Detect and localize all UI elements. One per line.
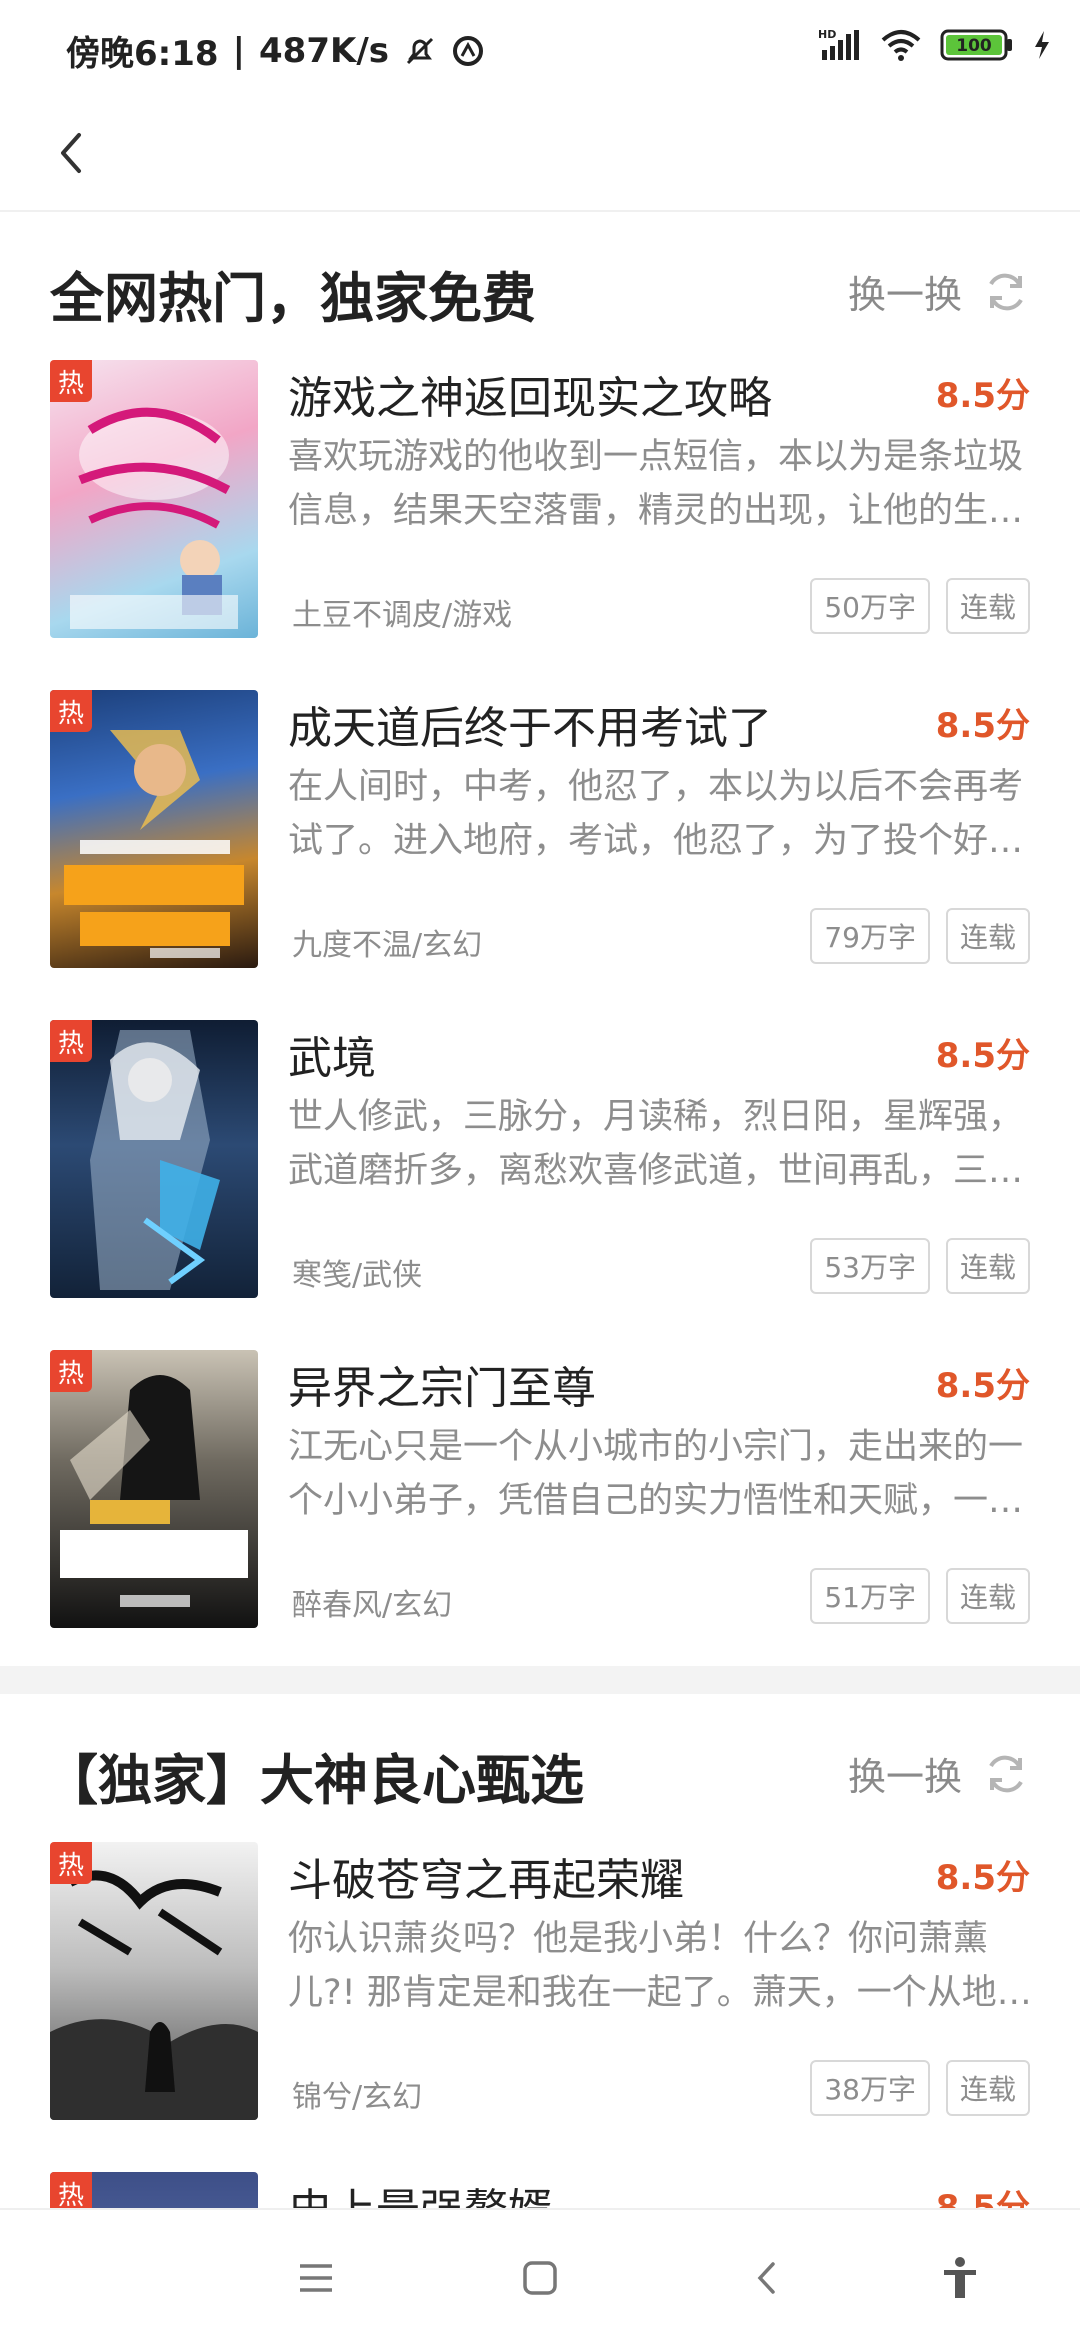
- nav-back-button[interactable]: [738, 2250, 794, 2306]
- book-title[interactable]: 游戏之神返回现实之攻略: [288, 362, 772, 426]
- system-nav-bar: [0, 2208, 1080, 2340]
- status-divider: |: [232, 30, 245, 71]
- book-tags: 53万字 连载: [810, 1238, 1030, 1294]
- svg-text:HD: HD: [818, 28, 836, 41]
- menu-button[interactable]: [288, 2250, 344, 2306]
- refresh-button[interactable]: 换一换: [848, 1746, 1030, 1801]
- status-right: HD 100: [818, 28, 1052, 62]
- status-speed: 487K/s: [259, 30, 389, 71]
- book-tags: 79万字 连载: [810, 908, 1030, 964]
- status-tag: 连载: [945, 578, 1030, 634]
- book-item[interactable]: 热 异界之宗门至尊 8.5分 江无心只是一个从小城市的小宗门，走出来的一个小小弟…: [0, 1342, 1080, 1672]
- book-cover[interactable]: 热: [50, 1842, 258, 2120]
- hot-badge: 热: [50, 1842, 92, 1884]
- svg-text:100: 100: [956, 36, 992, 56]
- book-cover[interactable]: 热: [50, 690, 258, 968]
- mute-bell-icon: [403, 34, 437, 68]
- book-author-genre: 九度不温/玄幻: [292, 928, 483, 963]
- book-cover[interactable]: 热: [50, 1350, 258, 1628]
- section-header: 【独家】大神良心甄选 换一换: [0, 1694, 1080, 1834]
- book-score: 8.5分: [935, 1036, 1030, 1076]
- book-score: 8.5分: [935, 706, 1030, 746]
- book-author-genre: 锦兮/玄幻: [292, 2080, 423, 2115]
- status-tag: 连载: [945, 1238, 1030, 1294]
- word-count-tag: 50万字: [810, 578, 930, 634]
- book-author-genre: 土豆不调皮/游戏: [292, 598, 513, 633]
- book-score: 8.5分: [935, 1366, 1030, 1406]
- book-title[interactable]: 成天道后终于不用考试了: [288, 692, 772, 756]
- status-tag: 连载: [945, 1568, 1030, 1624]
- book-tags: 51万字 连载: [810, 1568, 1030, 1624]
- status-bar: 傍晚6:18 | 487K/s HD 100: [0, 0, 1080, 96]
- word-count-tag: 79万字: [810, 908, 930, 964]
- status-left: 傍晚6:18 | 487K/s: [66, 26, 485, 75]
- book-cover[interactable]: 热: [50, 1020, 258, 1298]
- status-tag: 连载: [945, 2060, 1030, 2116]
- book-tags: 50万字 连载: [810, 578, 1030, 634]
- book-score: 8.5分: [935, 376, 1030, 416]
- menu-icon: [300, 2264, 332, 2292]
- hot-badge: 热: [50, 1350, 92, 1392]
- book-author-genre: 寒笺/武侠: [292, 1258, 423, 1293]
- book-item[interactable]: 热 武境 8.5分 世人修武，三脉分，月读稀，烈日阳，星辉强，武道磨折多，离愁欢…: [0, 1012, 1080, 1342]
- book-description: 世人修武，三脉分，月读稀，烈日阳，星辉强，武道磨折多，离愁欢喜修武道，世间再乱，…: [288, 1097, 1024, 1191]
- refresh-button[interactable]: 换一换: [848, 264, 1030, 319]
- charging-icon: [1032, 29, 1052, 61]
- book-author-genre: 醉春风/玄幻: [292, 1588, 453, 1623]
- hot-badge: 热: [50, 690, 92, 732]
- refresh-label: 换一换: [847, 1755, 962, 1799]
- book-cover[interactable]: 热: [50, 360, 258, 638]
- section-header: 全网热门，独家免费 换一换: [0, 212, 1080, 352]
- book-tags: 38万字 连载: [810, 2060, 1030, 2116]
- chevron-left-icon: [61, 133, 81, 173]
- word-count-tag: 51万字: [810, 1568, 930, 1624]
- book-score: 8.5分: [935, 1858, 1030, 1898]
- refresh-icon: [989, 1755, 1023, 1792]
- section-title: 【独家】大神良心甄选: [44, 1749, 584, 1812]
- book-title[interactable]: 武境: [288, 1022, 376, 1086]
- hot-badge: 热: [50, 1020, 92, 1062]
- book-title[interactable]: 斗破苍穹之再起荣耀: [288, 1844, 684, 1908]
- refresh-label: 换一换: [847, 273, 962, 317]
- section-hot-free: 全网热门，独家免费 换一换 热 游戏之神返回现实之攻略 8.5分 喜欢玩游戏的他…: [0, 212, 1080, 1672]
- top-nav: [0, 96, 1080, 212]
- signal-icon: HD: [818, 28, 862, 62]
- word-count-tag: 53万字: [810, 1238, 930, 1294]
- refresh-icon: [989, 273, 1023, 310]
- section-title: 全网热门，独家免费: [50, 267, 536, 330]
- battery-icon: 100: [940, 29, 1014, 61]
- nav-back-icon: [757, 2262, 775, 2294]
- book-title[interactable]: 异界之宗门至尊: [288, 1352, 596, 1416]
- book-description: 在人间时，中考，他忍了，本以为以后不会再考试了。进入地府，考试，他忍了，为了投个…: [288, 767, 1024, 861]
- accessibility-icon: [944, 2257, 976, 2298]
- wifi-icon: [880, 28, 922, 62]
- home-icon: [523, 2261, 557, 2295]
- accessibility-button[interactable]: [932, 2250, 988, 2306]
- status-tag: 连载: [945, 908, 1030, 964]
- status-time: 傍晚6:18: [66, 34, 219, 74]
- home-button[interactable]: [512, 2250, 568, 2306]
- nfc-icon: [451, 34, 485, 68]
- book-description: 你认识萧炎吗？他是我小弟！什么？你问萧薰儿?! 那肯定是和我在一起了。萧天，一个…: [288, 1919, 1032, 2013]
- book-description: 喜欢玩游戏的他收到一点短信，本以为是条垃圾信息，结果天空落雷，精灵的出现，让他的…: [288, 437, 1024, 531]
- hot-badge: 热: [50, 360, 92, 402]
- section-divider: [0, 1666, 1080, 1694]
- book-item[interactable]: 热 成天道后终于不用考试了 8.5分 在人间时，中考，他忍了，本以为以后不会再考…: [0, 682, 1080, 1012]
- back-button[interactable]: [36, 118, 106, 188]
- word-count-tag: 38万字: [810, 2060, 930, 2116]
- book-item[interactable]: 热 斗破苍穹之再起荣耀 8.5分 你认识萧炎吗？他是我小弟！什么？你问萧薰儿?!…: [0, 1834, 1080, 2164]
- book-item[interactable]: 热 游戏之神返回现实之攻略 8.5分 喜欢玩游戏的他收到一点短信，本以为是条垃圾…: [0, 352, 1080, 682]
- book-description: 江无心只是一个从小城市的小宗门，走出来的一个小小弟子，凭借自己的实力悟性和天赋，…: [288, 1427, 1024, 1521]
